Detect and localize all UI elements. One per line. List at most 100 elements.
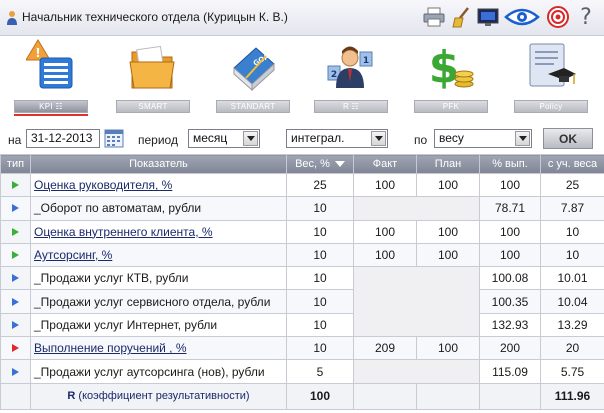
kpi-warning-icon: ! [26, 39, 73, 89]
chevron-down-icon [515, 131, 530, 146]
user-icon [7, 11, 17, 25]
play-triangle-icon [12, 251, 19, 260]
money-icon: $ [429, 42, 474, 93]
pct-cell: 132.93 [479, 312, 541, 338]
row-type-cell [0, 289, 31, 314]
display-icon[interactable] [476, 5, 500, 29]
indicator-link[interactable]: Аутсорсинг, % [30, 242, 287, 268]
indicator-link[interactable]: Оценка руководителя, % [30, 172, 287, 198]
col-header-type: тип [0, 154, 31, 174]
fact-cell: 100 [353, 172, 417, 198]
pct-cell: 100 [479, 219, 541, 244]
pct-cell: 100 [479, 172, 541, 198]
period-select[interactable]: месяц [188, 129, 260, 148]
row-type-cell [0, 242, 31, 268]
table-row: Оценка внутреннего клиента, % 10 100 100… [0, 219, 604, 244]
weighted-cell: 5.75 [540, 359, 604, 384]
play-triangle-icon [12, 274, 19, 283]
page-title: Начальник технического отдела (Курицын К… [22, 10, 288, 24]
nav-item-r[interactable]: 2 1 R ☷ [314, 38, 388, 116]
indicator-link[interactable]: Оценка внутреннего клиента, % [30, 219, 287, 244]
table-row: _Продажи услуг аутсорсинга (нов), рубли … [0, 359, 604, 384]
weighted-cell: 20 [540, 336, 604, 361]
pct-cell: 100.08 [479, 266, 541, 291]
table-row: Выполнение поручений , % 10 209 100 200 … [0, 336, 604, 361]
col-header-weight-label: Вес, % [295, 158, 330, 170]
weight-cell: 10 [286, 219, 354, 244]
pct-cell: 78.71 [479, 196, 541, 221]
table-row: _Продажи услуг КТВ, рубли 10 100.08 10.0… [0, 266, 604, 338]
fact-cell: 100 [353, 242, 417, 268]
footer-empty-cell [353, 382, 417, 410]
weighted-cell: 10 [540, 242, 604, 268]
weight-cell: 5 [286, 359, 354, 384]
printer-icon[interactable] [422, 5, 446, 29]
nav-item-policy[interactable]: Policy [514, 38, 588, 116]
col-header-weight[interactable]: Вес, % [286, 154, 354, 174]
fact-plan-cell [353, 359, 480, 384]
footer-empty-cell [0, 382, 31, 410]
row-type-cell [0, 359, 31, 384]
filter-bar: на 31-12-2013 период месяц интеграл. по … [0, 124, 604, 154]
indicator-name: _Продажи услуг аутсорсинга (нов), рубли [30, 359, 287, 384]
eye-icon[interactable] [504, 5, 540, 29]
nav-item-kpi[interactable]: ! KPI ☷ [14, 38, 88, 116]
col-header-fact[interactable]: Факт [353, 154, 417, 174]
weighted-cell: 25 [540, 172, 604, 198]
nav-item-standart[interactable]: GOAL STANDART [216, 38, 290, 116]
broom-icon[interactable] [450, 5, 474, 29]
sort-desc-icon [334, 161, 345, 168]
row-type-cell [0, 219, 31, 244]
date-input[interactable]: 31-12-2013 [26, 129, 100, 148]
col-header-weighted[interactable]: с уч. веса [540, 154, 604, 174]
footer-label-rest: (коэффициент результативности) [75, 390, 250, 403]
help-icon[interactable]: ? [574, 5, 598, 30]
nav-item-kpi-label: KPI ☷ [14, 100, 88, 113]
mode-select[interactable]: интеграл. [286, 129, 388, 148]
col-header-name[interactable]: Показатель [30, 154, 287, 174]
pct-cell: 100 [479, 242, 541, 268]
footer-empty-cell [479, 382, 541, 410]
weight-cell: 10 [286, 312, 354, 338]
table-row: _Оборот по автоматам, рубли 10 78.71 7.8… [0, 196, 604, 221]
chevron-down-icon [371, 131, 386, 146]
nav-item-pfk-label: PFK [414, 100, 488, 113]
by-select[interactable]: весу [434, 129, 532, 148]
fact-cell: 100 [353, 219, 417, 244]
indicator-name: _Оборот по автоматам, рубли [30, 196, 287, 221]
row-type-cell [0, 172, 31, 198]
nav-item-smart[interactable]: SMART [116, 38, 190, 116]
calendar-icon[interactable] [104, 129, 124, 148]
active-indicator [14, 114, 88, 116]
user-ranking-icon: 2 1 [327, 46, 373, 88]
indicator-link[interactable]: Выполнение поручений , % [30, 336, 287, 361]
table-footer-row: R (коэффициент результативности) 100 111… [0, 382, 604, 410]
table-row: _Продажи услуг сервисного отдела, рубли … [0, 289, 604, 314]
nav-item-pfk[interactable]: $ PFK [414, 38, 488, 116]
fact-plan-cell [353, 196, 480, 221]
weight-cell: 10 [286, 196, 354, 221]
folder-icon [129, 45, 175, 89]
indicator-name: _Продажи услуг сервисного отдела, рубли [30, 289, 287, 314]
table-row: Оценка руководителя, % 25 100 100 100 25 [0, 172, 604, 198]
title-bar: Начальник технического отдела (Курицын К… [0, 0, 604, 36]
period-label: период [138, 133, 178, 147]
ok-button[interactable]: OK [543, 128, 593, 149]
footer-empty-cell [416, 382, 480, 410]
row-type-cell [0, 196, 31, 221]
date-label: на [8, 133, 22, 147]
module-nav: ! KPI ☷ SMART GOAL STANDART 2 1 [0, 36, 604, 118]
weight-cell: 25 [286, 172, 354, 198]
col-header-pct[interactable]: % вып. [479, 154, 541, 174]
col-header-plan[interactable]: План [416, 154, 480, 174]
plan-cell: 100 [416, 336, 480, 361]
kpi-table: тип Показатель Вес, % Факт План % вып. с… [0, 154, 604, 410]
svg-text:1: 1 [363, 56, 369, 66]
nav-item-policy-label: Policy [514, 100, 588, 113]
weighted-cell: 10.04 [540, 289, 604, 314]
row-type-cell [0, 336, 31, 361]
period-select-value: месяц [193, 131, 228, 145]
weighted-cell: 10.01 [540, 266, 604, 291]
play-triangle-icon [12, 344, 19, 353]
target-icon[interactable] [546, 5, 570, 29]
